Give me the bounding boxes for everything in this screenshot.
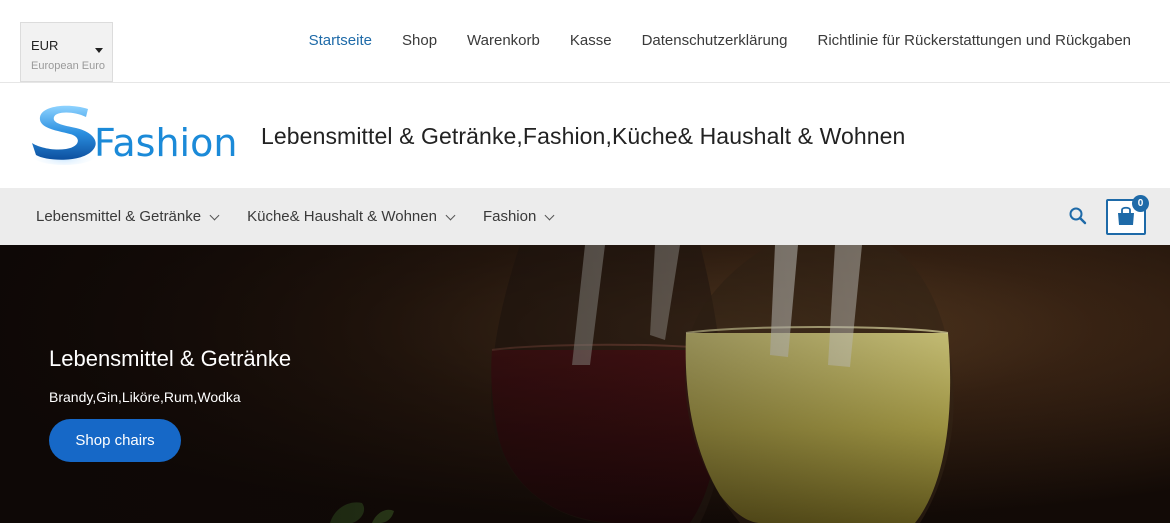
search-icon[interactable] (1068, 206, 1088, 226)
menu-item-label: Lebensmittel & Getränke (36, 208, 202, 225)
currency-code: EUR (31, 38, 59, 53)
site-logo[interactable]: Fashion (30, 101, 240, 171)
hero-wine-image (0, 245, 1170, 523)
currency-switcher[interactable]: EUR European Euro (20, 22, 113, 82)
top-nav-datenschutz[interactable]: Datenschutzerklärung (642, 31, 788, 51)
currency-name: European Euro (31, 60, 105, 72)
top-navigation: Startseite Shop Warenkorb Kasse Datensch… (279, 31, 1131, 51)
chevron-down-icon (209, 210, 220, 220)
menu-item-label: Küche& Haushalt & Wohnen (247, 208, 437, 225)
menu-item-fashion[interactable]: Fashion (482, 207, 555, 227)
hero-banner: Lebensmittel & Getränke Brandy,Gin,Likör… (0, 245, 1170, 523)
logo-text: Fashion (94, 121, 237, 165)
top-nav-shop[interactable]: Shop (402, 31, 437, 51)
top-bar: EUR European Euro Startseite Shop Warenk… (0, 0, 1170, 83)
menu-item-lebensmittel[interactable]: Lebensmittel & Getränke (36, 207, 220, 227)
shop-chairs-button[interactable]: Shop chairs (49, 419, 181, 462)
top-nav-startseite[interactable]: Startseite (309, 31, 372, 51)
cart-count-badge: 0 (1132, 195, 1149, 212)
menu-item-kueche[interactable]: Küche& Haushalt & Wohnen (247, 207, 456, 227)
menu-item-label: Fashion (482, 208, 537, 225)
top-nav-rueckgaben[interactable]: Richtlinie für Rückerstattungen und Rück… (817, 31, 1131, 51)
top-nav-kasse[interactable]: Kasse (570, 31, 612, 51)
top-nav-warenkorb[interactable]: Warenkorb (467, 31, 540, 51)
hero-title: Lebensmittel & Getränke (49, 346, 292, 371)
chevron-down-icon (544, 210, 555, 220)
caret-down-icon (95, 48, 103, 53)
chevron-down-icon (445, 210, 456, 220)
site-header: Fashion Lebensmittel & Getränke,Fashion,… (0, 83, 1170, 188)
hero-subtitle: Brandy,Gin,Liköre,Rum,Wodka (49, 389, 241, 405)
main-navigation: Lebensmittel & Getränke Küche& Haushalt … (0, 188, 1170, 245)
site-title[interactable]: Lebensmittel & Getränke,Fashion,Küche& H… (261, 123, 905, 150)
